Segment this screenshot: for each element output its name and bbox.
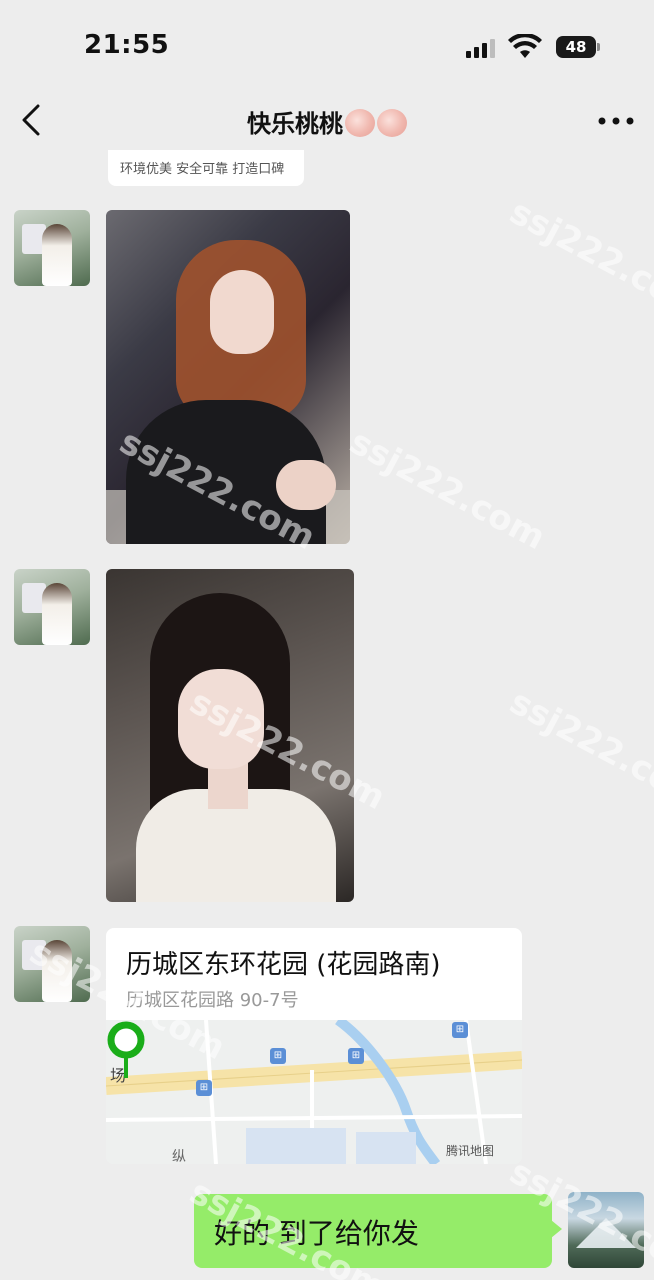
location-title: 历城区东环花园 (花园路南): [126, 950, 441, 980]
contact-avatar[interactable]: [14, 210, 90, 286]
battery-level: 48: [556, 36, 596, 58]
map-pin-icon: [107, 1021, 145, 1078]
previous-message-text: 环境优美 安全可靠 打造口碑: [120, 162, 285, 177]
status-time: 21:55: [84, 30, 170, 60]
my-message-text: 好的 到了给你发: [214, 1217, 419, 1250]
chat-message-list[interactable]: 环境优美 安全可靠 打造口碑 历城区东环花园 (花园路南) 历城区花园路 90-…: [0, 150, 654, 1280]
my-text-message[interactable]: 好的 到了给你发: [194, 1194, 562, 1268]
contact-avatar[interactable]: [14, 569, 90, 645]
bus-stop-icon: ⊞: [270, 1048, 286, 1064]
signal-icon: [466, 39, 495, 58]
previous-message-card[interactable]: 环境优美 安全可靠 打造口碑: [108, 150, 304, 186]
image-message[interactable]: [106, 569, 354, 902]
bus-stop-icon: ⊞: [348, 1048, 364, 1064]
location-map[interactable]: ⊞ ⊞ ⊞ ⊞ 场 纵 腾讯地图: [106, 1020, 522, 1164]
contact-avatar[interactable]: [14, 926, 90, 1002]
battery-icon: 48: [556, 36, 600, 58]
chevron-left-icon[interactable]: [16, 100, 46, 140]
chat-title-text: 快乐桃桃: [247, 110, 343, 138]
bus-stop-icon: ⊞: [196, 1080, 212, 1096]
image-message[interactable]: [106, 210, 350, 544]
location-address: 历城区花园路 90-7号: [126, 990, 299, 1011]
peach-emoji-icon: [345, 109, 375, 137]
chat-title: 快乐桃桃: [150, 104, 504, 139]
map-credit: 腾讯地图: [446, 1144, 495, 1158]
map-road-label: 纵: [172, 1149, 186, 1164]
bus-stop-icon: ⊞: [452, 1022, 468, 1038]
wifi-icon: [508, 34, 542, 58]
chat-header: 快乐桃桃: [0, 90, 654, 150]
more-icon[interactable]: [596, 106, 636, 136]
peach-emoji-icon: [377, 109, 407, 137]
location-message-card[interactable]: 历城区东环花园 (花园路南) 历城区花园路 90-7号 ⊞ ⊞ ⊞ ⊞ 场 纵 …: [106, 928, 522, 1164]
my-avatar[interactable]: [568, 1192, 644, 1268]
status-bar: 21:55 48: [0, 0, 654, 90]
